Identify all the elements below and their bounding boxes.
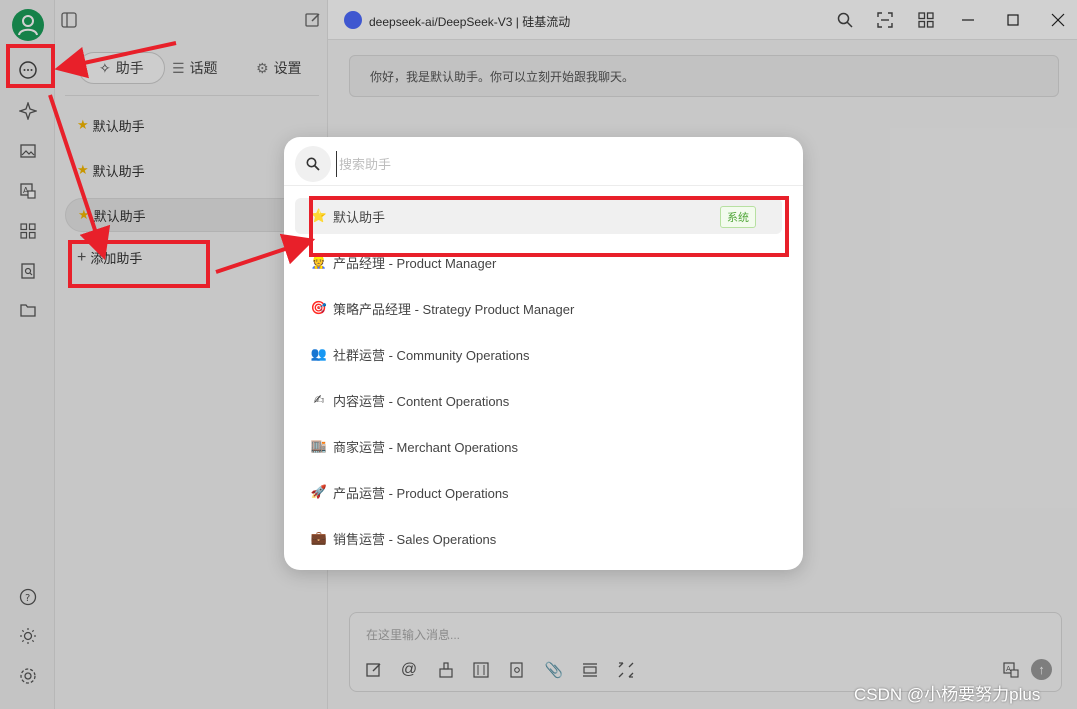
target-icon: 🎯 <box>310 300 328 315</box>
popup-item-label: 商家运营 - Merchant Operations <box>333 439 518 455</box>
popup-item-label: 产品运营 - Product Operations <box>333 485 509 501</box>
store-icon: 🏬 <box>310 438 328 453</box>
popup-assistant-item[interactable]: ✍ 内容运营 - Content Operations <box>295 382 782 418</box>
popup-assistant-item[interactable]: 🚀 产品运营 - Product Operations <box>295 474 782 510</box>
search-icon <box>295 146 331 182</box>
popup-item-label: 策略产品经理 - Strategy Product Manager <box>333 301 575 317</box>
briefcase-icon: 💼 <box>310 530 328 545</box>
assistant-search-input[interactable] <box>336 151 736 177</box>
watermark: CSDN @小杨要努力plus <box>854 685 1041 704</box>
popup-item-label: 销售运营 - Sales Operations <box>333 531 497 547</box>
people-icon: 👥 <box>310 346 328 361</box>
popup-item-label: 内容运营 - Content Operations <box>333 393 510 409</box>
annotation-box-add-assistant <box>68 240 210 288</box>
popup-assistant-item[interactable]: 🏬 商家运营 - Merchant Operations <box>295 428 782 464</box>
popup-item-label: 社群运营 - Community Operations <box>333 347 530 363</box>
popup-assistant-item[interactable]: 💼 销售运营 - Sales Operations <box>295 520 782 556</box>
annotation-box-chat-icon <box>6 44 55 88</box>
writing-hand-icon: ✍ <box>313 392 325 407</box>
popup-assistant-item[interactable]: 🎯 策略产品经理 - Strategy Product Manager <box>295 290 782 326</box>
rocket-icon: 🚀 <box>310 484 328 499</box>
divider <box>284 185 803 186</box>
popup-assistant-item[interactable]: 👥 社群运营 - Community Operations <box>295 336 782 372</box>
annotation-box-default-assistant <box>309 196 789 257</box>
